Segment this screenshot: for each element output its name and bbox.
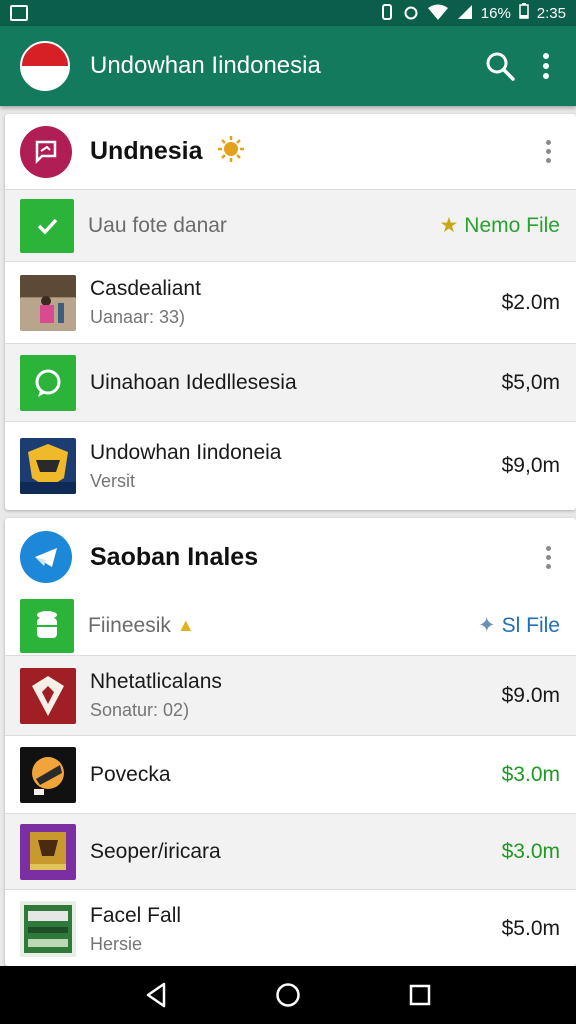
item-subtitle: Versit bbox=[90, 470, 136, 491]
list-item[interactable]: Undowhan Iindoneia Versit $9,0m bbox=[5, 422, 576, 510]
nemo-file-link[interactable]: ★ Nemo File bbox=[439, 213, 560, 238]
battery-percent: 16% bbox=[480, 4, 511, 22]
item-title: Uinahoan Idedllesesia bbox=[90, 370, 297, 394]
database-icon bbox=[20, 598, 74, 653]
item-price: $9,0m bbox=[501, 454, 560, 477]
list-item[interactable]: Seoper/iricara $3.0m bbox=[5, 814, 576, 890]
section-card-2: Saoban Inales Fiineesik ▲ ✦ Sl File Nhet… bbox=[5, 518, 576, 966]
file-link-label: Nemo File bbox=[464, 213, 560, 237]
battery-icon bbox=[519, 3, 529, 23]
status-bar: 16% 2:35 bbox=[0, 0, 576, 26]
section-menu-icon[interactable] bbox=[536, 539, 560, 575]
item-price: $5,0m bbox=[501, 370, 560, 394]
section-title: Saoban Inales bbox=[90, 542, 259, 571]
sparkle-icon: ✦ bbox=[478, 614, 496, 637]
poker-card-icon bbox=[20, 667, 76, 724]
thumbnail-photo bbox=[20, 274, 76, 331]
item-title: Undowhan Iindoneia bbox=[90, 440, 282, 464]
home-icon bbox=[276, 983, 300, 1007]
back-button[interactable] bbox=[136, 975, 176, 1015]
sl-file-link[interactable]: ✦ Sl File bbox=[478, 613, 560, 638]
screenshot-notification-icon bbox=[10, 5, 28, 21]
chat-icon bbox=[20, 354, 76, 411]
back-icon bbox=[146, 982, 166, 1008]
section-header: Undnesia bbox=[5, 114, 576, 190]
section-avatar[interactable] bbox=[20, 125, 72, 178]
list-item[interactable]: Uinahoan Idedllesesia $5,0m bbox=[5, 344, 576, 422]
app-title: Undowhan Iindonesia bbox=[90, 52, 321, 79]
app-bar: Undowhan Iindonesia bbox=[0, 26, 576, 106]
more-vert-icon[interactable] bbox=[534, 48, 558, 84]
section-avatar[interactable] bbox=[20, 531, 72, 583]
item-price: $3.0m bbox=[501, 839, 560, 863]
item-subtitle: Sonatur: 02) bbox=[90, 700, 190, 720]
shield-app-icon bbox=[20, 746, 76, 803]
file-row-label: Uau fote danar bbox=[88, 213, 227, 237]
list-item[interactable]: Casdealiant Uanaar: 33) $2.0m bbox=[5, 262, 576, 344]
section-menu-icon[interactable] bbox=[536, 134, 560, 170]
home-button[interactable] bbox=[268, 975, 308, 1015]
list-item[interactable]: Facel Fall Hersie $5.0m bbox=[5, 890, 576, 966]
recents-icon bbox=[409, 984, 431, 1006]
search-button[interactable] bbox=[480, 46, 520, 86]
wifi-icon bbox=[427, 4, 449, 23]
file-row-label: Fiineesik bbox=[88, 613, 171, 637]
game-badge-icon bbox=[20, 438, 76, 494]
clock: 2:35 bbox=[536, 4, 566, 22]
check-icon bbox=[20, 198, 74, 253]
item-price: $9.0m bbox=[501, 683, 560, 707]
crest-app-icon bbox=[20, 823, 76, 880]
sun-icon bbox=[217, 135, 245, 168]
item-title: Nhetatlicalans bbox=[90, 670, 222, 693]
item-title: Facel Fall bbox=[90, 903, 182, 927]
recents-button[interactable] bbox=[400, 975, 440, 1015]
sports-poster-icon bbox=[20, 901, 76, 957]
item-subtitle: Uanaar: 33) bbox=[90, 307, 186, 327]
section-title: Undnesia bbox=[90, 137, 203, 165]
send-icon bbox=[35, 548, 57, 567]
warning-icon: ▲ bbox=[176, 615, 195, 635]
list-item[interactable]: Povecka $3.0m bbox=[5, 736, 576, 814]
signal-icon bbox=[457, 4, 473, 23]
item-subtitle: Hersie bbox=[90, 933, 143, 954]
flag-icon bbox=[35, 140, 57, 164]
search-icon bbox=[486, 52, 515, 81]
indonesia-flag-avatar[interactable] bbox=[20, 41, 70, 91]
item-title: Povecka bbox=[90, 762, 171, 786]
file-row[interactable]: Uau fote danar ★ Nemo File bbox=[5, 190, 576, 262]
star-icon: ★ bbox=[439, 214, 459, 237]
vibrate-icon bbox=[379, 3, 395, 23]
navigation-bar bbox=[0, 966, 576, 1024]
item-price: $5.0m bbox=[501, 917, 560, 940]
section-card-1: Undnesia Uau fote danar ★ Nemo File Casd… bbox=[5, 114, 576, 510]
alarm-icon bbox=[403, 4, 419, 23]
item-price: $3.0m bbox=[501, 762, 560, 786]
file-link-label: Sl File bbox=[501, 613, 560, 637]
item-title: Seoper/iricara bbox=[90, 839, 221, 863]
section-header: Saoban Inales bbox=[5, 518, 576, 596]
item-title: Casdealiant bbox=[90, 277, 201, 300]
file-row[interactable]: Fiineesik ▲ ✦ Sl File bbox=[5, 596, 576, 656]
list-item[interactable]: Nhetatlicalans Sonatur: 02) $9.0m bbox=[5, 656, 576, 736]
item-price: $2.0m bbox=[501, 290, 560, 314]
